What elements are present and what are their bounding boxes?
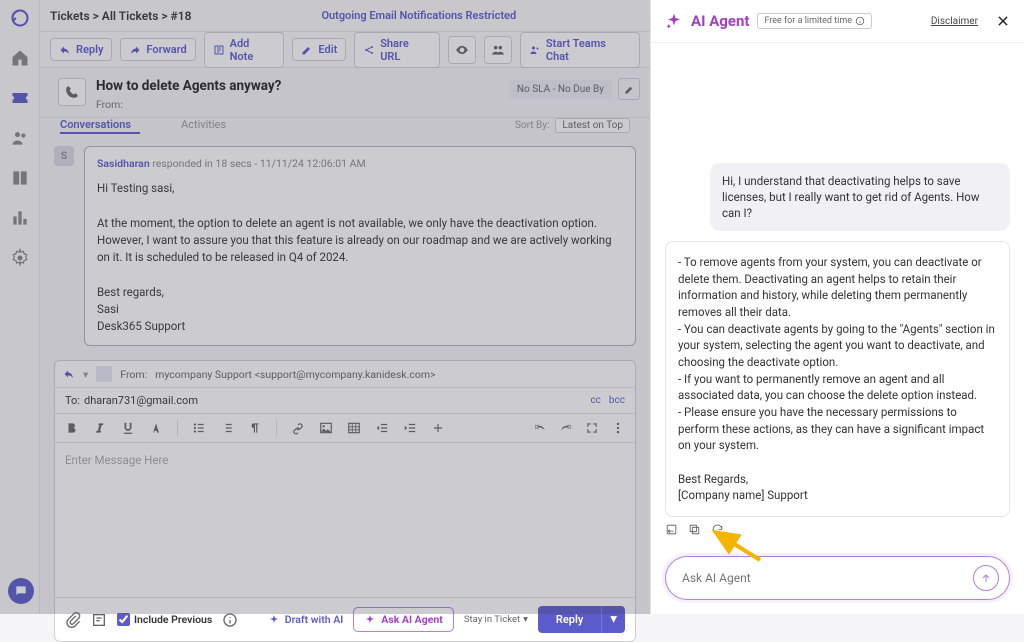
tickets-icon[interactable] — [10, 88, 30, 108]
disclaimer-link[interactable]: Disclaimer — [931, 16, 978, 27]
forward-button[interactable]: Forward — [120, 38, 195, 61]
outdent-icon[interactable] — [375, 421, 389, 435]
toolbar: Reply Forward Add Note Edit Share URL St… — [40, 32, 650, 68]
share-url-button[interactable]: Share URL — [354, 32, 440, 68]
composer-format-bar — [55, 414, 635, 443]
sla-badge: No SLA - No Due By — [509, 80, 612, 99]
more-icon[interactable] — [611, 421, 625, 435]
add-note-button[interactable]: Add Note — [204, 32, 285, 68]
composer-from-label: From: — [120, 368, 147, 381]
numbers-icon[interactable] — [220, 421, 234, 435]
message-body: Hi Testing sasi, At the moment, the opti… — [97, 180, 623, 335]
bold-icon[interactable] — [65, 421, 79, 435]
breadcrumb-bar: Tickets > All Tickets > #18 Outgoing Ema… — [40, 0, 650, 32]
ask-ai-agent-button[interactable]: Ask AI Agent — [353, 607, 454, 632]
paragraph-icon[interactable] — [248, 421, 262, 435]
image-icon[interactable] — [319, 421, 333, 435]
composer-footer: Include Previous Draft with AI Ask AI Ag… — [55, 597, 635, 641]
chat-bubble-button[interactable] — [8, 578, 34, 604]
ai-input[interactable] — [665, 556, 1010, 600]
watch-button[interactable] — [448, 36, 476, 64]
edit-button[interactable]: Edit — [292, 38, 346, 61]
from-swap-button[interactable] — [96, 366, 112, 382]
ai-panel-title: AI Agent — [691, 12, 749, 30]
reply-arrow-icon[interactable] — [63, 368, 75, 380]
breadcrumb[interactable]: Tickets > All Tickets > #18 — [50, 9, 191, 23]
composer-from-row: ▾ From: mycompany Support <support@mycom… — [55, 361, 635, 388]
message-author[interactable]: Sasidharan — [97, 157, 150, 170]
cc-button[interactable]: cc — [590, 395, 600, 406]
start-teams-button[interactable]: Start Teams Chat — [520, 32, 640, 68]
link-icon[interactable] — [291, 421, 305, 435]
draft-with-ai-button[interactable]: Draft with AI — [268, 613, 343, 626]
assign-button[interactable] — [484, 36, 512, 64]
composer-to-value[interactable]: dharan731@gmail.com — [84, 394, 198, 407]
expand-icon[interactable] — [585, 421, 599, 435]
bullets-icon[interactable] — [192, 421, 206, 435]
reply-send-button[interactable]: Reply — [538, 606, 601, 633]
composer-to-label: To: — [65, 394, 80, 407]
left-nav — [0, 0, 40, 614]
user-message: Hi, I understand that deactivating helps… — [710, 163, 1010, 231]
info-icon[interactable] — [222, 612, 238, 628]
composer-from-value: mycompany Support <support@mycompany.kan… — [155, 368, 435, 381]
edit-ticket-icon[interactable] — [618, 78, 640, 100]
channel-phone-icon — [58, 78, 86, 106]
include-previous-checkbox[interactable]: Include Previous — [117, 613, 212, 626]
sort-by-label: Sort By: — [515, 120, 549, 131]
font-icon[interactable] — [149, 421, 163, 435]
tab-conversations[interactable]: Conversations — [60, 118, 131, 131]
thread: S Sasidharan responded in 18 secs - 11/1… — [40, 132, 650, 346]
send-button[interactable] — [973, 565, 999, 591]
table-icon[interactable] — [347, 421, 361, 435]
sparkle-icon — [665, 12, 683, 30]
close-icon[interactable] — [996, 14, 1010, 28]
copy-icon[interactable] — [688, 523, 701, 536]
composer-to-row: To: dharan731@gmail.com cc bcc — [55, 388, 635, 414]
tabs-row: Conversations Activities Sort By: Latest… — [40, 118, 650, 132]
undo-icon[interactable] — [533, 421, 547, 435]
italic-icon[interactable] — [93, 421, 107, 435]
canned-icon[interactable] — [91, 612, 107, 628]
redo-icon[interactable] — [559, 421, 573, 435]
insert-icon[interactable] — [431, 421, 445, 435]
reports-icon[interactable] — [10, 208, 30, 228]
message-actions — [665, 523, 1010, 536]
reply-button[interactable]: Reply — [50, 38, 112, 61]
main-pane: Tickets > All Tickets > #18 Outgoing Ema… — [40, 0, 650, 614]
stay-in-ticket[interactable]: Stay in Ticket ▾ — [464, 614, 528, 625]
agent-message: - To remove agents from your system, you… — [665, 241, 1010, 517]
reply-dropdown[interactable]: ▾ — [601, 606, 625, 633]
bcc-button[interactable]: bcc — [609, 395, 625, 406]
message-card: Sasidharan responded in 18 secs - 11/11/… — [84, 146, 636, 346]
knowledge-icon[interactable] — [10, 168, 30, 188]
indent-icon[interactable] — [403, 421, 417, 435]
ticket-title: How to delete Agents anyway? — [96, 78, 281, 94]
ai-chat-area: Hi, I understand that deactivating helps… — [651, 43, 1024, 546]
ai-agent-panel: AI Agent Free for a limited time Disclai… — [650, 0, 1024, 614]
ai-header: AI Agent Free for a limited time Disclai… — [651, 0, 1024, 43]
ticket-from-label: From: — [96, 98, 281, 111]
underline-icon[interactable] — [121, 421, 135, 435]
settings-icon[interactable] — [10, 248, 30, 268]
regenerate-icon[interactable] — [711, 523, 724, 536]
contacts-icon[interactable] — [10, 128, 30, 148]
ai-input-field[interactable] — [682, 571, 973, 585]
composer: ▾ From: mycompany Support <support@mycom… — [54, 360, 636, 642]
notification-banner: Outgoing Email Notifications Restricted — [321, 9, 516, 22]
sort-select[interactable]: Latest on Top — [555, 118, 630, 133]
insert-reply-icon[interactable] — [665, 523, 678, 536]
message-responded-meta: responded in 18 secs - 11/11/24 12:06:01… — [152, 157, 365, 170]
attach-icon[interactable] — [65, 612, 81, 628]
ticket-header: How to delete Agents anyway? From: No SL… — [40, 68, 650, 118]
free-badge: Free for a limited time — [757, 13, 872, 29]
tab-activities[interactable]: Activities — [181, 118, 226, 131]
thread-item: S Sasidharan responded in 18 secs - 11/1… — [54, 146, 636, 346]
logo-icon[interactable] — [10, 8, 30, 28]
avatar: S — [54, 146, 74, 166]
composer-body[interactable]: Enter Message Here — [55, 443, 635, 597]
home-icon[interactable] — [10, 48, 30, 68]
